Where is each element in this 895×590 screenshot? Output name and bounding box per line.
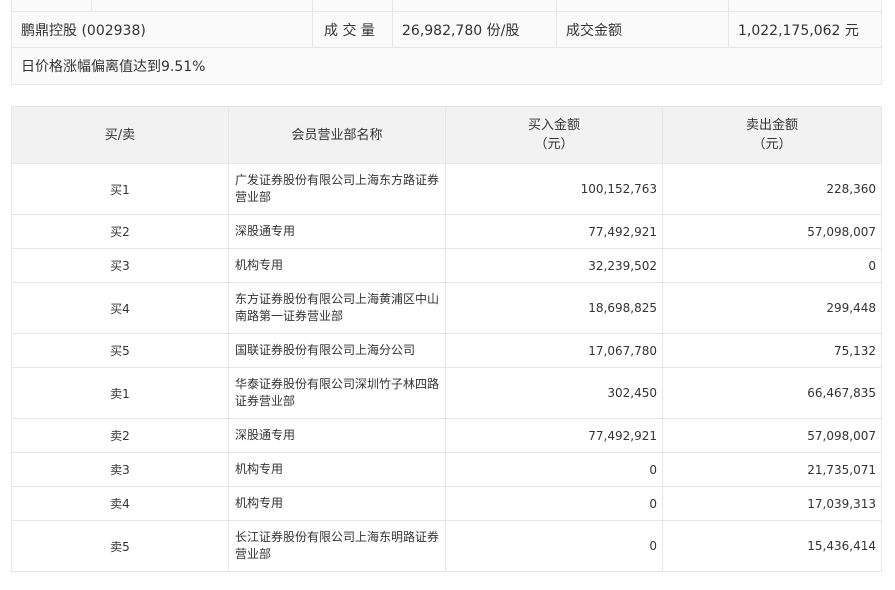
sell-amount-cell: 21,735,071 [662,452,882,487]
table-row: 卖2 深股通专用 77,492,921 57,098,007 [11,418,882,453]
dept-name-cell: 深股通专用 [228,418,446,453]
header-dept-name: 会员营业部名称 [228,106,446,164]
table-header-row: 买/卖 会员营业部名称 买入金额 （元） 卖出金额 （元） [11,106,882,164]
stock-name: 鹏鼎控股 (002938) [11,11,313,48]
sell-amount-cell: 0 [662,248,882,283]
side-cell: 买4 [11,282,229,334]
buy-amount-cell: 17,067,780 [445,333,663,368]
buy-amount-cell: 0 [445,520,663,572]
sell-amount-cell: 66,467,835 [662,367,882,419]
dept-name-cell: 华泰证券股份有限公司深圳竹子林四路证券营业部 [228,367,446,419]
side-cell: 买2 [11,214,229,249]
dept-name-cell: 机构专用 [228,452,446,487]
header-buy-amount: 买入金额 （元） [445,106,663,164]
buy-amount-cell: 0 [445,486,663,521]
dept-name-cell: 国联证券股份有限公司上海分公司 [228,333,446,368]
dept-name-cell: 机构专用 [228,248,446,283]
volume-label: 成 交 量 [312,11,393,48]
table-row: 买4 东方证券股份有限公司上海黄浦区中山南路第一证券营业部 18,698,825… [11,282,882,334]
header-buy-amount-unit: （元） [534,137,574,152]
side-cell: 买1 [11,163,229,215]
table-row: 卖4 机构专用 0 17,039,313 [11,486,882,521]
amount-label: 成交金额 [556,11,729,48]
header-side: 买/卖 [11,106,229,164]
buy-amount-cell: 0 [445,452,663,487]
buy-amount-cell: 18,698,825 [445,282,663,334]
header-sell-amount-title: 卖出金额 [745,118,798,133]
sell-amount-cell: 75,132 [662,333,882,368]
buy-amount-cell: 302,450 [445,367,663,419]
summary-stub-cell [392,0,557,12]
sell-amount-cell: 299,448 [662,282,882,334]
deviation-note: 日价格涨幅偏离值达到9.51% [11,47,882,85]
summary-note-row: 日价格涨幅偏离值达到9.51% [11,47,882,85]
table-row: 买5 国联证券股份有限公司上海分公司 17,067,780 75,132 [11,333,882,368]
dept-name-cell: 深股通专用 [228,214,446,249]
buy-amount-cell: 100,152,763 [445,163,663,215]
table-row: 买2 深股通专用 77,492,921 57,098,007 [11,214,882,249]
sell-amount-cell: 57,098,007 [662,214,882,249]
header-buy-amount-title: 买入金额 [527,118,580,133]
dept-name-cell: 机构专用 [228,486,446,521]
buy-amount-cell: 77,492,921 [445,418,663,453]
dept-name-cell: 长江证券股份有限公司上海东明路证券营业部 [228,520,446,572]
sell-amount-cell: 17,039,313 [662,486,882,521]
buy-amount-cell: 32,239,502 [445,248,663,283]
summary-stub-cell [728,0,882,12]
volume-value: 26,982,780 份/股 [392,11,557,48]
summary-stub-cell [556,0,729,12]
side-cell: 买5 [11,333,229,368]
side-cell: 卖5 [11,520,229,572]
table-row: 买1 广发证券股份有限公司上海东方路证券营业部 100,152,763 228,… [11,163,882,215]
dept-name-cell: 广发证券股份有限公司上海东方路证券营业部 [228,163,446,215]
table-row: 卖3 机构专用 0 21,735,071 [11,452,882,487]
summary-stub-cell [312,0,393,12]
buy-amount-cell: 77,492,921 [445,214,663,249]
header-sell-amount-unit: （元） [752,137,792,152]
table-row: 卖1 华泰证券股份有限公司深圳竹子林四路证券营业部 302,450 66,467… [11,367,882,419]
side-cell: 卖1 [11,367,229,419]
summary-stub-cell [91,0,313,12]
sell-amount-cell: 15,436,414 [662,520,882,572]
amount-value: 1,022,175,062 元 [728,11,882,48]
summary-stats-row: 鹏鼎控股 (002938) 成 交 量 26,982,780 份/股 成交金额 … [11,11,882,48]
table-row: 买3 机构专用 32,239,502 0 [11,248,882,283]
stock-summary-table: 鹏鼎控股 (002938) 成 交 量 26,982,780 份/股 成交金额 … [11,0,882,85]
sell-amount-cell: 57,098,007 [662,418,882,453]
side-cell: 买3 [11,248,229,283]
table-row: 卖5 长江证券股份有限公司上海东明路证券营业部 0 15,436,414 [11,520,882,572]
side-cell: 卖4 [11,486,229,521]
side-cell: 卖2 [11,418,229,453]
sell-amount-cell: 228,360 [662,163,882,215]
side-cell: 卖3 [11,452,229,487]
dept-name-cell: 东方证券股份有限公司上海黄浦区中山南路第一证券营业部 [228,282,446,334]
header-sell-amount: 卖出金额 （元） [662,106,882,164]
summary-stub-cell [11,0,92,12]
trading-desks-table: 买/卖 会员营业部名称 买入金额 （元） 卖出金额 （元） 买1 广发证券股份有… [11,106,882,572]
summary-stub-row [11,0,882,12]
